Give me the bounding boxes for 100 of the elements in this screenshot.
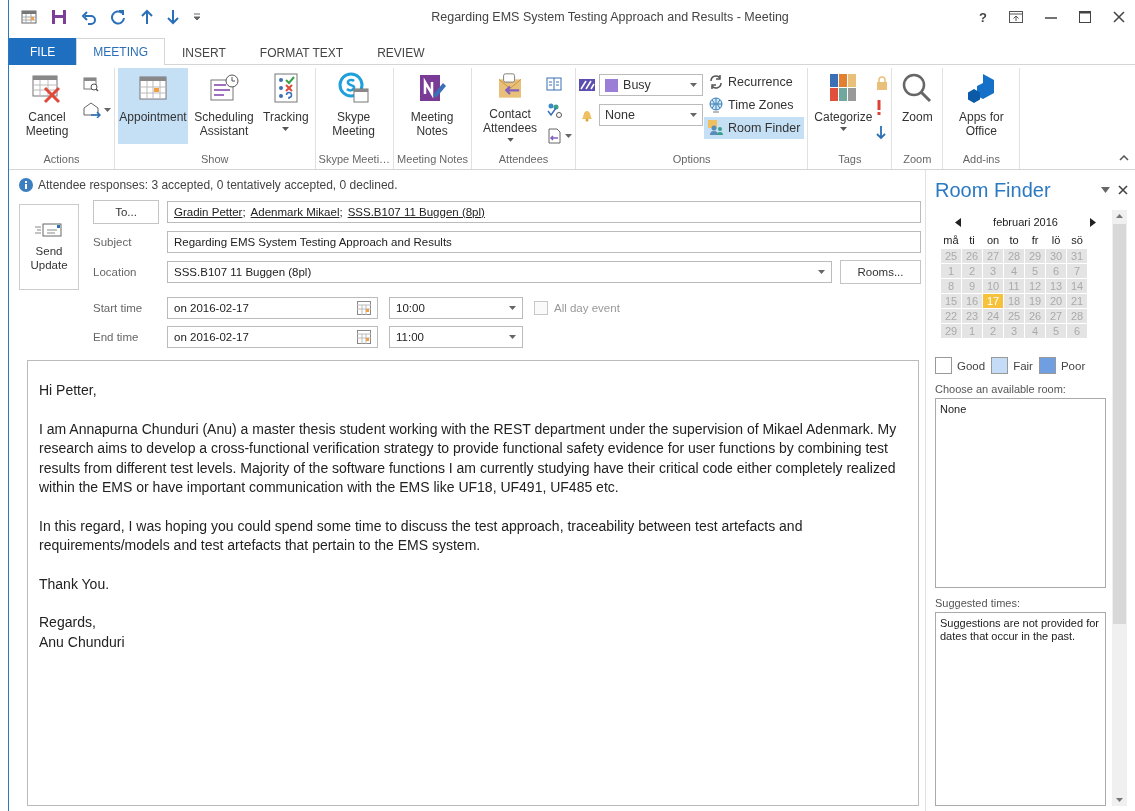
forward-envelope-icon[interactable] <box>83 102 101 118</box>
to-field[interactable]: Gradin Petter; Adenmark Mikael; SSS.B107 11 Buggen (8pl) <box>167 201 921 223</box>
ribbon-button[interactable]: Room Finder <box>704 117 805 139</box>
to-button[interactable]: To... <box>93 200 159 224</box>
calendar-day[interactable]: 30 <box>1046 249 1066 263</box>
file-tab[interactable]: FILE <box>9 38 77 65</box>
room-item[interactable]: None <box>940 403 1101 415</box>
time-dropdown[interactable]: 10:00 <box>389 296 523 319</box>
ribbon-button[interactable]: Tracking <box>260 68 312 144</box>
address-book-icon[interactable] <box>546 76 563 92</box>
scroll-down-icon[interactable] <box>1116 798 1123 802</box>
calendar-search-icon[interactable] <box>83 76 99 92</box>
ribbon-button[interactable]: Zoom <box>895 68 940 144</box>
weekday-label: lö <box>1050 234 1062 248</box>
check-names-icon[interactable] <box>546 102 563 118</box>
calendar-day[interactable]: 4 <box>1004 264 1024 278</box>
pane-menu-icon[interactable] <box>1101 187 1110 193</box>
month-label: februari 2016 <box>993 216 1058 228</box>
calendar-day[interactable]: 11 <box>1004 279 1024 293</box>
ribbon-button[interactable]: Cancel Meeting <box>12 68 82 144</box>
calendar-day[interactable]: 3 <box>1004 324 1024 338</box>
time-dropdown[interactable]: 11:00 <box>389 325 523 348</box>
calendar-day[interactable]: 27 <box>1046 309 1066 323</box>
ribbon-tab[interactable]: FORMAT TEXT <box>242 39 361 65</box>
ribbon-button[interactable]: Apps for Office <box>946 68 1017 144</box>
calendar-icon[interactable] <box>357 329 371 344</box>
ribbon-button[interactable]: Scheduling Assistant <box>189 68 259 144</box>
subject-field[interactable]: Regarding EMS System Testing Approach and Results <box>167 231 921 253</box>
calendar-icon[interactable] <box>357 300 371 315</box>
group-label: Add-ins <box>961 153 1001 167</box>
close-icon[interactable] <box>1118 185 1128 195</box>
message-body[interactable] <box>27 360 919 806</box>
ribbon-button[interactable]: Recurrence <box>704 71 805 93</box>
separator-text: ; <box>242 206 246 218</box>
exclamation-icon[interactable] <box>876 100 883 116</box>
previous-month-icon[interactable] <box>955 217 961 227</box>
scrollbar[interactable] <box>1112 210 1127 806</box>
calendar-day[interactable]: 4 <box>1025 324 1045 338</box>
ribbon-tab[interactable]: INSERT <box>165 39 243 65</box>
calendar-day[interactable]: 24 <box>983 309 1003 323</box>
down-arrow-icon[interactable] <box>167 9 179 25</box>
rooms-button[interactable]: Rooms... <box>840 260 921 284</box>
calendar-day[interactable]: 8 <box>941 279 961 293</box>
calendar-day[interactable]: 31 <box>1067 249 1087 263</box>
calendar-day[interactable]: 28 <box>1067 309 1087 323</box>
ribbon-button[interactable]: Appointment <box>118 68 188 144</box>
scroll-up-icon[interactable] <box>1116 214 1123 218</box>
calendar-day[interactable]: 13 <box>1046 279 1066 293</box>
calendar-day[interactable]: 23 <box>962 309 982 323</box>
calendar-day[interactable]: 27 <box>983 249 1003 263</box>
caret-icon <box>509 305 516 310</box>
redo-icon[interactable] <box>111 9 127 25</box>
date-field[interactable]: on 2016-02-17 <box>167 296 378 319</box>
calendar-day[interactable]: 3 <box>983 264 1003 278</box>
calendar-day[interactable]: 7 <box>1067 264 1087 278</box>
send-update-button[interactable]: Send Update <box>19 204 79 290</box>
weekday-label: ti <box>968 234 976 248</box>
ribbon-button[interactable]: Time Zones <box>704 94 805 116</box>
ribbon-tab[interactable]: MEETING <box>76 38 165 65</box>
collapse-ribbon-icon[interactable] <box>1119 155 1129 161</box>
maximize-icon[interactable] <box>1079 11 1091 23</box>
down-arrow-icon[interactable] <box>876 126 887 140</box>
group-label: Attendees <box>497 153 550 167</box>
up-arrow-icon[interactable] <box>141 9 153 25</box>
ribbon-button[interactable]: Categorize <box>811 68 876 144</box>
pane-title: Room Finder <box>935 178 1052 202</box>
calendar-icon[interactable] <box>21 9 37 25</box>
ribbon-display-icon[interactable] <box>1009 11 1023 23</box>
help-button[interactable]: ? <box>979 9 987 25</box>
location-label: Location <box>93 266 138 278</box>
response-options-icon[interactable] <box>546 128 563 144</box>
recipient-link[interactable]: SSS.B107 11 Buggen (8pl) <box>347 206 485 218</box>
rooms-label: Choose an available room: <box>935 383 1067 395</box>
weekday-label: on <box>985 234 1001 248</box>
suggested-label: Suggested times: <box>935 597 1021 609</box>
caret-icon <box>282 127 290 131</box>
show-as-value: Busy <box>623 78 651 92</box>
calendar-day[interactable]: 14 <box>1067 279 1087 293</box>
caret-icon <box>690 113 698 117</box>
calendar-day[interactable]: 17 <box>983 294 1003 308</box>
reminder-dropdown[interactable]: None <box>599 104 704 126</box>
room-list[interactable]: None <box>935 398 1106 588</box>
next-month-icon[interactable] <box>1090 217 1096 227</box>
location-field[interactable]: SSS.B107 11 Buggen (8pl) <box>167 261 832 283</box>
undo-icon[interactable] <box>81 9 97 25</box>
ribbon-button[interactable]: Skype Meeting <box>318 68 389 144</box>
ribbon-tab[interactable]: REVIEW <box>360 39 442 65</box>
show-as-dropdown[interactable]: Busy <box>599 74 704 96</box>
calendar-day[interactable]: 18 <box>1004 294 1024 308</box>
ribbon-button[interactable]: Contact Attendees <box>475 68 546 144</box>
caret-icon <box>104 108 111 112</box>
weekday-label: fr <box>1030 234 1040 248</box>
group-label: Skype Meeti… <box>318 153 391 167</box>
date-field[interactable]: on 2016-02-17 <box>167 325 378 348</box>
caret-icon <box>506 138 514 142</box>
calendar-day[interactable]: 28 <box>1004 249 1024 263</box>
group-label: Zoom <box>902 153 933 167</box>
close-icon[interactable] <box>1113 11 1125 23</box>
ribbon-button[interactable]: Meeting Notes <box>397 68 468 144</box>
customize-icon[interactable] <box>193 13 201 21</box>
